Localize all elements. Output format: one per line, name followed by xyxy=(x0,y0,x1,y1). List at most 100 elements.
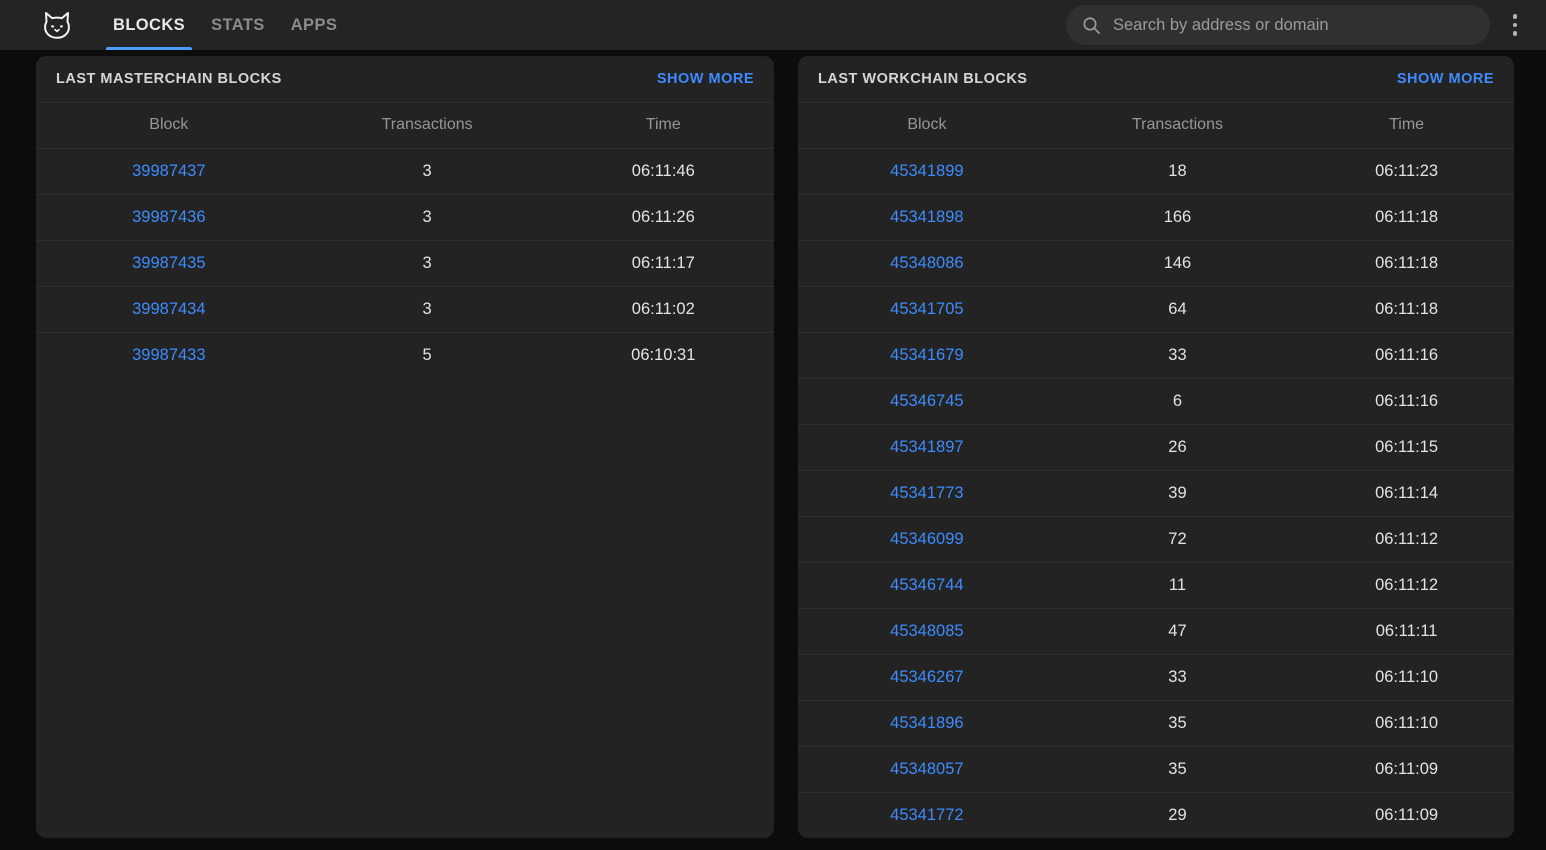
cell-transactions: 146 xyxy=(1056,240,1299,286)
cell-transactions: 3 xyxy=(302,148,553,194)
table-row[interactable]: 39987437 3 06:11:46 xyxy=(36,148,774,194)
masterchain-blocks-table: Block Transactions Time 39987437 3 06:11… xyxy=(36,103,774,378)
cell-block[interactable]: 39987434 xyxy=(36,286,302,332)
block-link[interactable]: 39987437 xyxy=(132,162,205,180)
table-row[interactable]: 45346099 72 06:11:12 xyxy=(798,516,1514,562)
cell-transactions: 166 xyxy=(1056,194,1299,240)
panel-masterchain-blocks: LAST MASTERCHAIN BLOCKS SHOW MORE Block … xyxy=(36,56,774,838)
show-more-workchain-link[interactable]: SHOW MORE xyxy=(1397,71,1494,87)
block-link[interactable]: 45346099 xyxy=(890,530,963,548)
table-row[interactable]: 45341705 64 06:11:18 xyxy=(798,286,1514,332)
table-row[interactable]: 45348057 35 06:11:09 xyxy=(798,746,1514,792)
block-link[interactable]: 39987436 xyxy=(132,208,205,226)
cell-block[interactable]: 45341772 xyxy=(798,792,1056,838)
block-link[interactable]: 45348057 xyxy=(890,760,963,778)
col-header-time: Time xyxy=(1299,103,1514,148)
block-link[interactable]: 39987434 xyxy=(132,300,205,318)
block-link[interactable]: 45346744 xyxy=(890,576,963,594)
cell-transactions: 3 xyxy=(302,286,553,332)
block-link[interactable]: 45341705 xyxy=(890,300,963,318)
show-more-masterchain-link[interactable]: SHOW MORE xyxy=(657,71,754,87)
cell-block[interactable]: 45341897 xyxy=(798,424,1056,470)
block-link[interactable]: 45348085 xyxy=(890,622,963,640)
workchain-table-scroll[interactable]: Block Transactions Time 45341899 18 06:1… xyxy=(798,103,1514,838)
cell-block[interactable]: 45348057 xyxy=(798,746,1056,792)
cell-block[interactable]: 45341705 xyxy=(798,286,1056,332)
panel-workchain-blocks: LAST WORKCHAIN BLOCKS SHOW MORE Block Tr… xyxy=(798,56,1514,838)
cell-transactions: 6 xyxy=(1056,378,1299,424)
cell-transactions: 26 xyxy=(1056,424,1299,470)
table-row[interactable]: 39987433 5 06:10:31 xyxy=(36,332,774,378)
block-link[interactable]: 45341899 xyxy=(890,162,963,180)
table-row[interactable]: 45341896 35 06:11:10 xyxy=(798,700,1514,746)
tab-apps[interactable]: APPS xyxy=(278,0,351,50)
cell-block[interactable]: 45348086 xyxy=(798,240,1056,286)
cat-face-logo-icon[interactable] xyxy=(38,6,76,44)
search-box[interactable] xyxy=(1066,5,1490,45)
cell-block[interactable]: 45341898 xyxy=(798,194,1056,240)
cell-transactions: 64 xyxy=(1056,286,1299,332)
table-row[interactable]: 45341773 39 06:11:14 xyxy=(798,470,1514,516)
cell-time: 06:11:10 xyxy=(1299,654,1514,700)
block-link[interactable]: 45341679 xyxy=(890,346,963,364)
tab-stats[interactable]: STATS xyxy=(198,0,278,50)
block-link[interactable]: 45348086 xyxy=(890,254,963,272)
cell-time: 06:11:14 xyxy=(1299,470,1514,516)
table-row[interactable]: 45346745 6 06:11:16 xyxy=(798,378,1514,424)
cell-time: 06:11:18 xyxy=(1299,286,1514,332)
block-link[interactable]: 39987433 xyxy=(132,346,205,364)
cell-transactions: 11 xyxy=(1056,562,1299,608)
cell-time: 06:11:15 xyxy=(1299,424,1514,470)
kebab-menu-icon[interactable] xyxy=(1498,5,1532,45)
table-row[interactable]: 45348085 47 06:11:11 xyxy=(798,608,1514,654)
table-row[interactable]: 45341772 29 06:11:09 xyxy=(798,792,1514,838)
block-link[interactable]: 39987435 xyxy=(132,254,205,272)
table-row[interactable]: 45341679 33 06:11:16 xyxy=(798,332,1514,378)
cell-block[interactable]: 45346744 xyxy=(798,562,1056,608)
block-link[interactable]: 45341897 xyxy=(890,438,963,456)
table-row[interactable]: 45346267 33 06:11:10 xyxy=(798,654,1514,700)
block-link[interactable]: 45341773 xyxy=(890,484,963,502)
table-header-row: Block Transactions Time xyxy=(36,103,774,148)
block-link[interactable]: 45341898 xyxy=(890,208,963,226)
cell-block[interactable]: 39987435 xyxy=(36,240,302,286)
panel-workchain-title: LAST WORKCHAIN BLOCKS xyxy=(818,71,1027,87)
cell-block[interactable]: 45341679 xyxy=(798,332,1056,378)
cell-block[interactable]: 45341896 xyxy=(798,700,1056,746)
cell-block[interactable]: 45346267 xyxy=(798,654,1056,700)
cell-block[interactable]: 45341899 xyxy=(798,148,1056,194)
table-row[interactable]: 45346744 11 06:11:12 xyxy=(798,562,1514,608)
table-row[interactable]: 45341897 26 06:11:15 xyxy=(798,424,1514,470)
masterchain-table-scroll[interactable]: Block Transactions Time 39987437 3 06:11… xyxy=(36,103,774,838)
block-link[interactable]: 45346267 xyxy=(890,668,963,686)
col-header-block: Block xyxy=(798,103,1056,148)
cell-block[interactable]: 39987437 xyxy=(36,148,302,194)
search-input[interactable] xyxy=(1113,16,1474,35)
col-header-block: Block xyxy=(36,103,302,148)
cell-block[interactable]: 45341773 xyxy=(798,470,1056,516)
table-row[interactable]: 39987436 3 06:11:26 xyxy=(36,194,774,240)
table-row[interactable]: 45341899 18 06:11:23 xyxy=(798,148,1514,194)
cell-transactions: 39 xyxy=(1056,470,1299,516)
cell-transactions: 5 xyxy=(302,332,553,378)
block-link[interactable]: 45341772 xyxy=(890,806,963,824)
cell-block[interactable]: 45346745 xyxy=(798,378,1056,424)
table-row[interactable]: 39987435 3 06:11:17 xyxy=(36,240,774,286)
search-icon xyxy=(1082,16,1101,35)
cell-block[interactable]: 39987433 xyxy=(36,332,302,378)
table-row[interactable]: 45348086 146 06:11:18 xyxy=(798,240,1514,286)
topbar-right-group xyxy=(1066,5,1546,45)
cell-block[interactable]: 45346099 xyxy=(798,516,1056,562)
top-navigation-bar: BLOCKS STATS APPS xyxy=(0,0,1546,50)
block-link[interactable]: 45346745 xyxy=(890,392,963,410)
cell-time: 06:11:46 xyxy=(553,148,774,194)
tab-blocks[interactable]: BLOCKS xyxy=(100,0,198,50)
cell-transactions: 33 xyxy=(1056,332,1299,378)
workchain-blocks-table: Block Transactions Time 45341899 18 06:1… xyxy=(798,103,1514,838)
cell-block[interactable]: 39987436 xyxy=(36,194,302,240)
cell-block[interactable]: 45348085 xyxy=(798,608,1056,654)
table-row[interactable]: 39987434 3 06:11:02 xyxy=(36,286,774,332)
block-link[interactable]: 45341896 xyxy=(890,714,963,732)
table-row[interactable]: 45341898 166 06:11:18 xyxy=(798,194,1514,240)
kebab-dot xyxy=(1513,31,1518,36)
